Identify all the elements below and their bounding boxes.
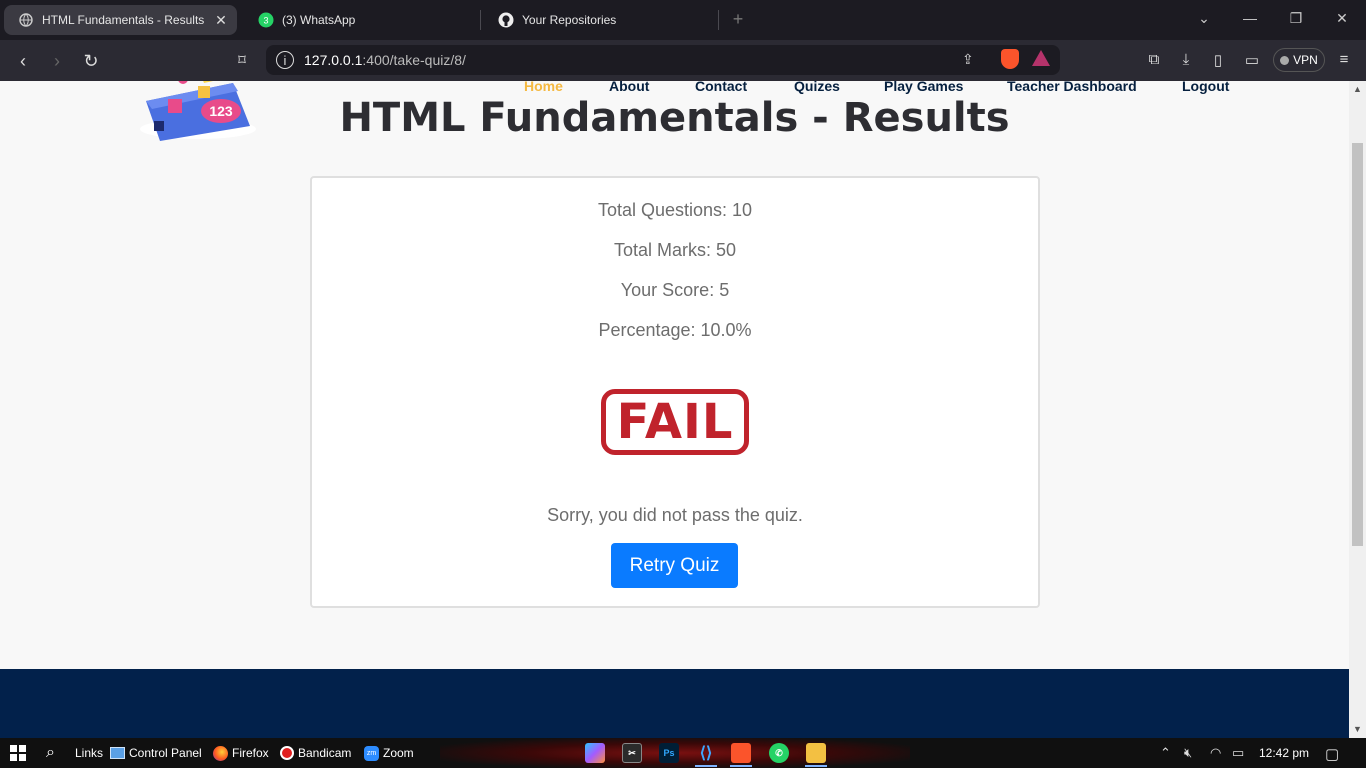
show-hidden-icons-chevron-icon[interactable]: ⌃	[1160, 745, 1171, 761]
tab-repositories[interactable]: Your Repositories	[484, 5, 714, 35]
control-panel-icon	[110, 747, 125, 759]
taskbar-links[interactable]: Links	[75, 738, 103, 768]
wifi-icon[interactable]: ◠	[1210, 745, 1221, 761]
new-tab-icon[interactable]: +	[727, 8, 749, 30]
page-viewport: 123 Home About Contact Quizes Play Games…	[0, 81, 1349, 738]
tab-results[interactable]: HTML Fundamentals - Results ✕	[4, 5, 237, 35]
vpn-label: VPN	[1293, 53, 1318, 67]
url-path: :400/take-quiz/8/	[362, 52, 466, 68]
percentage: Percentage: 10.0%	[598, 320, 752, 340]
tab-separator	[718, 10, 719, 30]
nav-play-games[interactable]: Play Games	[884, 81, 963, 94]
total-questions: Total Questions: 10	[597, 200, 753, 220]
nav-home[interactable]: Home	[524, 81, 563, 94]
minimize-icon[interactable]: —	[1238, 10, 1262, 26]
speaker-muted-icon[interactable]: 🔇︎	[1184, 745, 1192, 761]
forward-icon[interactable]: ›	[44, 48, 70, 74]
vscode-icon[interactable]: ⟨⟩	[696, 743, 716, 763]
reload-icon[interactable]: ↻	[78, 48, 104, 74]
firefox-label: Firefox	[232, 746, 269, 760]
tab-label: HTML Fundamentals - Results	[42, 13, 205, 27]
tab-label: (3) WhatsApp	[282, 13, 356, 27]
capcut-icon[interactable]: ✂	[622, 743, 642, 763]
sidebar-icon[interactable]: ▯	[1207, 51, 1229, 69]
links-label: Links	[75, 746, 104, 760]
wallet-icon[interactable]: ▭	[1241, 51, 1263, 69]
results-card: Total Questions: 10 Total Marks: 50 Your…	[310, 176, 1040, 608]
taskbar-firefox[interactable]: Firefox	[213, 738, 269, 768]
close-tab-icon[interactable]: ✕	[211, 12, 231, 29]
vpn-status-icon	[1280, 55, 1290, 65]
brave-rewards-icon[interactable]	[1032, 50, 1050, 66]
whatsapp-icon: 3	[258, 12, 274, 28]
brave-shields-icon[interactable]	[1001, 49, 1019, 69]
nav-teacher-dashboard[interactable]: Teacher Dashboard	[1007, 81, 1137, 94]
svg-text:3: 3	[263, 16, 268, 26]
tab-whatsapp[interactable]: 3 (3) WhatsApp	[244, 5, 474, 35]
github-icon	[498, 12, 514, 28]
browser-tab-strip: HTML Fundamentals - Results ✕ 3 (3) What…	[0, 0, 1366, 40]
page-title: HTML Fundamentals - Results	[339, 95, 1010, 141]
total-marks: Total Marks: 50	[613, 240, 737, 260]
download-icon[interactable]: ⤓	[1175, 51, 1197, 68]
taskbar: ⌕ Links Control Panel Firefox Bandicam z…	[0, 738, 1366, 768]
brave-running-indicator	[730, 765, 752, 767]
browser-toolbar: ‹ › ↻ ⌑ i 127.0.0.1:400/take-quiz/8/ ⇪ ⧉…	[0, 40, 1366, 81]
tab-separator	[480, 10, 481, 30]
taskbar-zoom[interactable]: zm Zoom	[364, 738, 414, 768]
search-icon[interactable]: ⌕	[46, 738, 55, 768]
notifications-icon[interactable]: ▢	[1325, 745, 1339, 763]
retry-quiz-button[interactable]: Retry Quiz	[611, 543, 738, 588]
firefox-icon	[213, 745, 228, 761]
window-close-icon[interactable]: ✕	[1330, 10, 1354, 27]
nav-quizes[interactable]: Quizes	[794, 81, 840, 94]
bookmark-icon[interactable]: ⌑	[229, 48, 255, 74]
site-info-icon[interactable]: i	[276, 51, 294, 69]
file-explorer-icon[interactable]	[806, 743, 826, 763]
nav-about[interactable]: About	[609, 81, 649, 94]
copilot-icon[interactable]	[585, 743, 605, 763]
page-footer	[0, 669, 1349, 738]
scroll-thumb[interactable]	[1352, 143, 1363, 546]
whatsapp-taskbar-icon[interactable]: ✆	[769, 743, 789, 763]
taskbar-bandicam[interactable]: Bandicam	[280, 738, 351, 768]
nav-contact[interactable]: Contact	[695, 81, 747, 94]
tab-list-chevron-icon[interactable]: ⌄	[1192, 10, 1216, 27]
taskbar-clock[interactable]: 12:42 pm	[1259, 738, 1309, 768]
vscode-running-indicator	[695, 765, 717, 767]
bandicam-label: Bandicam	[298, 746, 352, 760]
tab-label: Your Repositories	[522, 13, 617, 27]
control-panel-label: Control Panel	[129, 746, 202, 760]
zoom-label: Zoom	[383, 746, 414, 760]
extensions-icon[interactable]: ⧉	[1143, 51, 1165, 68]
url-host: 127.0.0.1	[304, 52, 363, 68]
brave-taskbar-icon[interactable]	[731, 743, 751, 763]
address-bar[interactable]: i 127.0.0.1:400/take-quiz/8/ ⇪	[266, 45, 1060, 75]
zoom-icon: zm	[364, 745, 379, 761]
menu-icon[interactable]: ≡	[1333, 51, 1355, 68]
explorer-running-indicator	[805, 765, 827, 767]
result-message: Sorry, you did not pass the quiz.	[547, 505, 803, 525]
windows-start-icon[interactable]	[10, 738, 26, 768]
nav-logout[interactable]: Logout	[1182, 81, 1229, 94]
url-text[interactable]: 127.0.0.1:400/take-quiz/8/	[304, 52, 466, 68]
restore-icon[interactable]: ❐	[1284, 10, 1308, 27]
clock-time: 12:42 pm	[1259, 746, 1310, 760]
bandicam-icon	[280, 746, 294, 760]
fail-stamp-text: FAIL	[616, 394, 734, 450]
photoshop-icon[interactable]: Ps	[659, 743, 679, 763]
fail-stamp: FAIL	[601, 389, 749, 455]
battery-icon[interactable]: ▭	[1232, 745, 1244, 761]
back-icon[interactable]: ‹	[10, 48, 36, 74]
page-scrollbar[interactable]: ▲ ▼	[1349, 81, 1366, 738]
taskbar-control-panel[interactable]: Control Panel	[110, 738, 202, 768]
scroll-up-icon[interactable]: ▲	[1353, 84, 1362, 94]
share-icon[interactable]: ⇪	[962, 51, 974, 68]
globe-icon	[18, 12, 34, 28]
your-score: Your Score: 5	[620, 280, 730, 300]
vpn-button[interactable]: VPN	[1273, 48, 1325, 72]
scroll-down-icon[interactable]: ▼	[1353, 724, 1362, 734]
